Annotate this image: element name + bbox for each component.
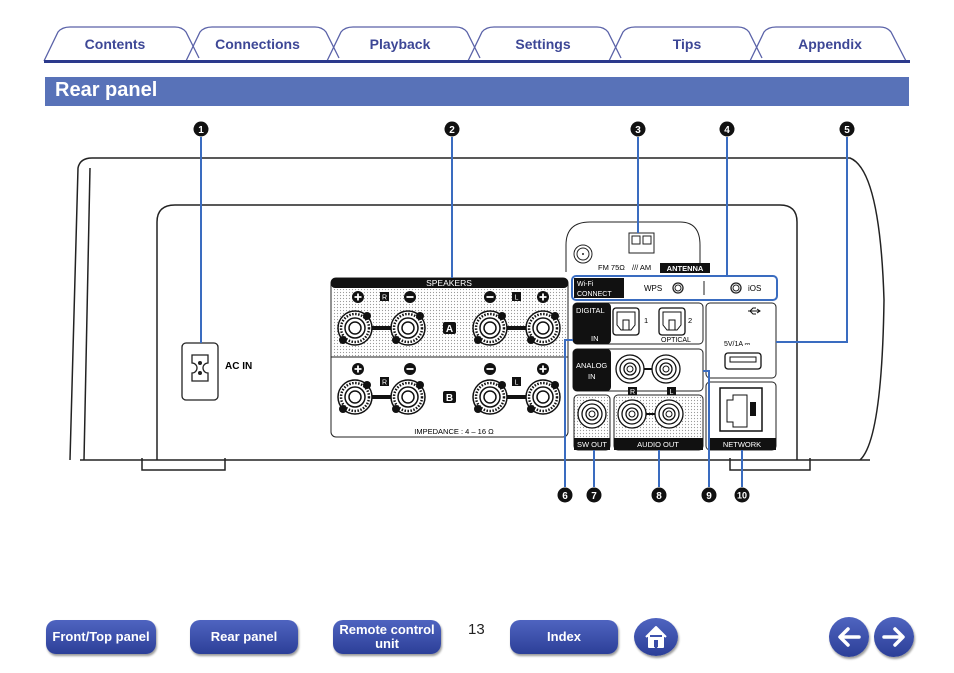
svg-text:R: R <box>382 380 387 387</box>
antenna-label: ANTENNA <box>667 264 704 273</box>
arrow-left-icon <box>838 627 861 647</box>
callout-7: 7 <box>586 487 602 503</box>
fm-label: FM 75Ω <box>598 263 625 272</box>
speakers-label: SPEAKERS <box>426 278 472 288</box>
tab-settings[interactable]: Settings <box>482 27 604 61</box>
tab-playback[interactable]: Playback <box>341 27 459 61</box>
callout-4: 4 <box>719 121 735 137</box>
svg-text:7: 7 <box>591 491 597 502</box>
svg-text:10: 10 <box>737 491 747 501</box>
arrow-right-icon <box>882 627 905 647</box>
speaker-terminals: SPEAKERS R L R L A B IMPEDANCE : 4 – 16 … <box>330 277 569 438</box>
callout-9: 9 <box>701 487 717 503</box>
section-title-bar: Rear panel <box>45 77 909 106</box>
home-icon <box>645 626 667 648</box>
front-top-panel-button[interactable]: Front/Top panel <box>46 620 156 654</box>
callout-8: 8 <box>651 487 667 503</box>
sw-out: SW OUT <box>573 394 611 451</box>
remote-control-unit-button[interactable]: Remote control unit <box>333 620 441 654</box>
svg-text:6: 6 <box>562 491 568 502</box>
impedance-label: IMPEDANCE : 4 – 16 Ω <box>414 427 494 436</box>
svg-text:IN: IN <box>591 334 599 343</box>
ios-label: iOS <box>748 284 761 293</box>
tab-connections[interactable]: Connections <box>200 27 315 61</box>
svg-text:NETWORK: NETWORK <box>723 440 761 449</box>
callout-5: 5 <box>839 121 855 137</box>
ac-in-label: AC IN <box>225 361 252 372</box>
svg-text:4: 4 <box>724 125 730 136</box>
svg-text:R: R <box>382 295 387 302</box>
svg-text:DIGITAL: DIGITAL <box>576 306 605 315</box>
svg-text:9: 9 <box>706 491 712 502</box>
zone-b-label: B <box>446 393 453 404</box>
usb-rating: 5V/1A ⎓ <box>724 341 751 348</box>
svg-text:AUDIO OUT: AUDIO OUT <box>637 440 679 449</box>
svg-text:3: 3 <box>635 125 641 136</box>
callout-3: 3 <box>630 121 646 137</box>
am-label: /// AM <box>632 263 651 272</box>
svg-text:5: 5 <box>844 125 850 136</box>
tab-bar: Contents Connections Playback Settings T… <box>0 0 954 64</box>
home-button[interactable] <box>634 618 678 656</box>
svg-text:R: R <box>630 389 635 396</box>
rear-panel-button[interactable]: Rear panel <box>190 620 298 654</box>
svg-text:L: L <box>515 380 519 387</box>
svg-text:L: L <box>515 295 519 302</box>
callout-2: 2 <box>444 121 460 137</box>
audio-out: R L AUDIO OUT <box>613 387 704 451</box>
network-port: NETWORK <box>705 381 777 451</box>
svg-text:2: 2 <box>449 125 455 136</box>
analog-in: ANALOG IN <box>572 348 704 392</box>
ac-inlet: AC IN <box>181 342 252 401</box>
back-button[interactable] <box>829 617 869 657</box>
svg-text:Wi-Fi: Wi-Fi <box>577 281 594 288</box>
svg-text:IN: IN <box>588 372 596 381</box>
tab-contents[interactable]: Contents <box>58 27 172 61</box>
svg-text:L: L <box>670 389 674 396</box>
svg-text:1: 1 <box>644 316 648 325</box>
wps-label: WPS <box>644 284 662 293</box>
callout-6: 6 <box>557 487 573 503</box>
wifi-connect: Wi-Fi CONNECT WPS iOS <box>571 275 778 301</box>
forward-button[interactable] <box>874 617 914 657</box>
zone-a-label: A <box>446 324 453 335</box>
svg-text:2: 2 <box>688 316 692 325</box>
tab-appendix[interactable]: Appendix <box>764 27 896 61</box>
rear-panel-diagram: AC IN SPEAKERS R L R L A B IMPEDANCE : 4… <box>69 121 885 503</box>
callout-1: 1 <box>193 121 209 137</box>
svg-text:1: 1 <box>198 125 204 136</box>
index-button[interactable]: Index <box>510 620 618 654</box>
page-title: Rear panel <box>55 79 158 101</box>
svg-text:ANALOG: ANALOG <box>576 361 607 370</box>
svg-text:OPTICAL: OPTICAL <box>661 337 691 344</box>
digital-optical-in: DIGITAL IN 1 2 OPTICAL <box>572 302 704 345</box>
svg-text:CONNECT: CONNECT <box>577 291 612 298</box>
tab-tips[interactable]: Tips <box>623 27 751 61</box>
svg-text:8: 8 <box>656 491 662 502</box>
usb-port: 5V/1A ⎓ <box>705 302 777 379</box>
svg-text:SW OUT: SW OUT <box>577 440 607 449</box>
page-number: 13 <box>468 621 485 638</box>
callout-10: 10 <box>734 487 750 503</box>
